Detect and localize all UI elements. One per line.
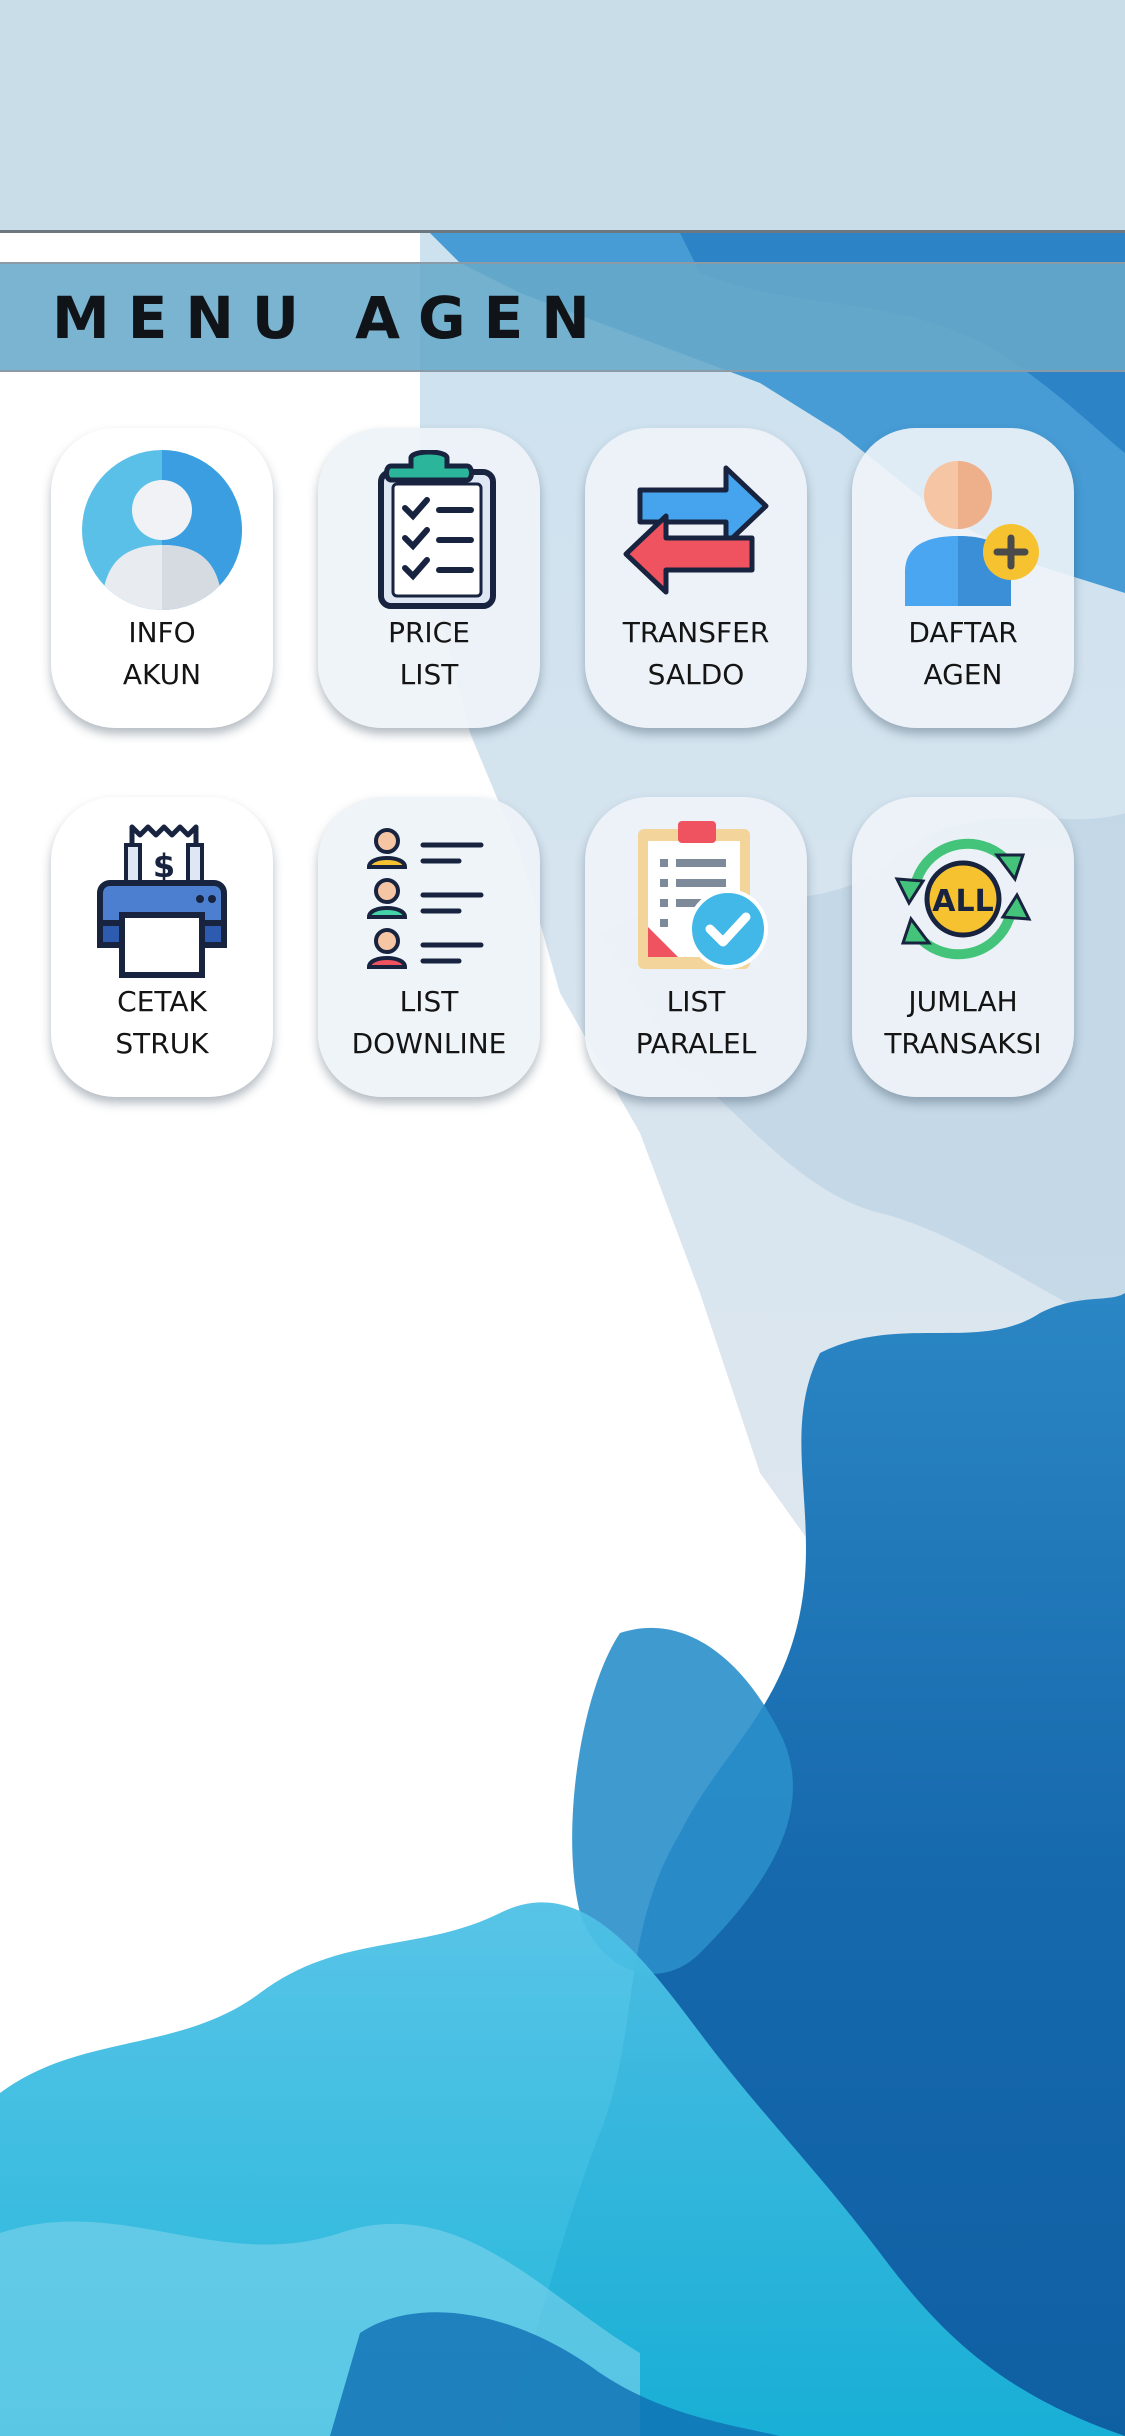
list-paralel-button[interactable]: LIST PARALEL [585, 797, 807, 1097]
daftar-agen-label-line1: DAFTAR [908, 616, 1018, 649]
transfer-saldo-label-line1: TRANSFER [622, 616, 770, 649]
info-akun-label-line2: AKUN [122, 658, 202, 691]
info-akun-button[interactable]: INFO AKUN [51, 428, 273, 728]
receipt-printer-icon: $ [82, 819, 242, 979]
list-downline-button[interactable]: LIST DOWNLINE [318, 797, 540, 1097]
info-akun-label-line1: INFO [128, 616, 196, 649]
list-paralel-label-line1: LIST [666, 985, 726, 1018]
clipboard-checklist-icon [349, 450, 509, 610]
price-list-label-line2: LIST [399, 658, 459, 691]
transfer-saldo-button[interactable]: TRANSFER SALDO [585, 428, 807, 728]
cetak-struk-button[interactable]: $ CETAK STRUK [51, 797, 273, 1097]
people-list-icon [349, 819, 509, 979]
jumlah-transaksi-label-line2: TRANSAKSI [884, 1027, 1042, 1060]
add-user-icon [883, 450, 1043, 610]
transfer-saldo-label-line2: SALDO [647, 658, 745, 691]
cetak-struk-label-line1: CETAK [117, 985, 207, 1018]
daftar-agen-button[interactable]: DAFTAR AGEN [852, 428, 1074, 728]
jumlah-transaksi-label-line1: JUMLAH [908, 985, 1018, 1018]
jumlah-transaksi-button[interactable]: ALL JUMLAH TRANSAKSI [852, 797, 1074, 1097]
svg-text:$: $ [153, 847, 175, 885]
svg-text:ALL: ALL [932, 884, 993, 919]
transfer-arrows-icon [616, 450, 776, 610]
checked-document-icon [616, 819, 776, 979]
list-downline-label-line2: DOWNLINE [351, 1027, 507, 1060]
page-title: MENU AGEN [52, 284, 608, 352]
all-transactions-cycle-icon: ALL [883, 819, 1043, 979]
daftar-agen-label-line2: AGEN [923, 658, 1003, 691]
cetak-struk-label-line2: STRUK [115, 1027, 209, 1060]
user-account-icon [82, 450, 242, 610]
list-downline-label-line1: LIST [399, 985, 459, 1018]
price-list-label-line1: PRICE [388, 616, 470, 649]
menu-title-bar: MENU AGEN [0, 262, 1125, 372]
list-paralel-label-line2: PARALEL [635, 1027, 757, 1060]
price-list-button[interactable]: PRICE LIST [318, 428, 540, 728]
top-bar [0, 0, 1125, 233]
